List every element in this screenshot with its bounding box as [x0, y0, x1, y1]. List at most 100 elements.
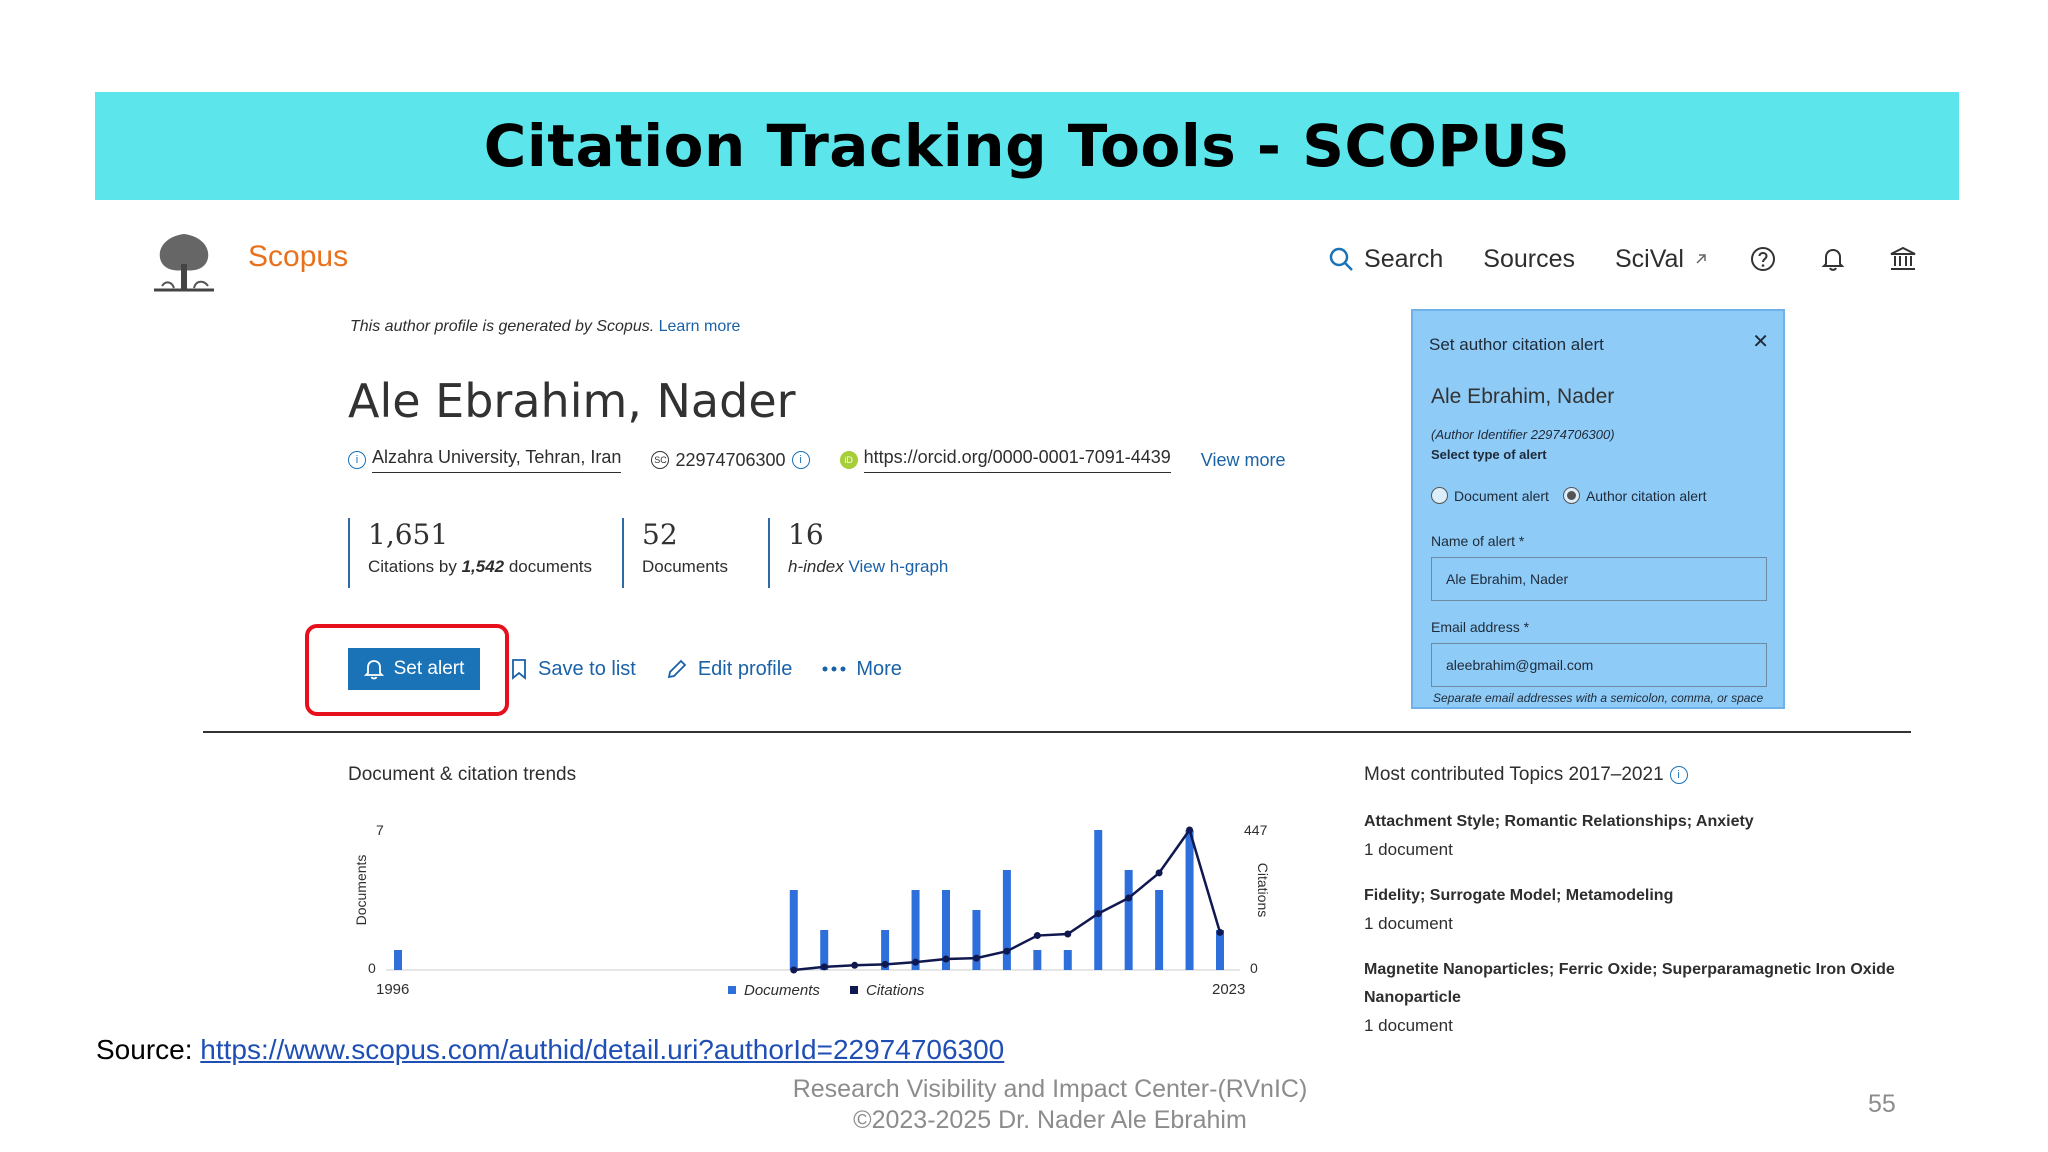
topic-count: 1 document: [1364, 914, 1453, 933]
topic-count: 1 document: [1364, 840, 1453, 859]
source-label: Source:: [96, 1034, 193, 1065]
citations-point[interactable]: [1064, 930, 1072, 938]
slide-title: Citation Tracking Tools - SCOPUS: [483, 112, 1571, 180]
citations-count: 1,651: [368, 518, 449, 551]
info-icon: i: [348, 451, 366, 469]
y2-tick-max: 447: [1244, 822, 1268, 838]
institution-icon[interactable]: [1888, 244, 1918, 274]
alert-type-radios: Document alert Author citation alert: [1431, 487, 1707, 504]
topic-item[interactable]: Magnetite Nanoparticles; Ferric Oxide; S…: [1364, 956, 1924, 1036]
slide-footer: Research Visibility and Impact Center-(R…: [760, 1074, 1340, 1136]
scopus-id-icon: SC: [651, 451, 670, 469]
radio-circle-selected[interactable]: [1562, 487, 1580, 504]
nav-search[interactable]: Search: [1328, 245, 1443, 274]
panel-type-label: Select type of alert: [1431, 447, 1547, 462]
alert-name-label: Name of alert *: [1431, 533, 1525, 549]
metric-hindex: 16 h-index View h-graph: [768, 518, 968, 588]
documents-bar[interactable]: [394, 950, 402, 970]
nav-scival[interactable]: SciVal: [1615, 245, 1708, 274]
citations-label-pre: Citations by: [368, 557, 457, 576]
topics-title-text: Most contributed Topics 2017–2021: [1364, 764, 1664, 785]
orcid[interactable]: iD https://orcid.org/0000-0001-7091-4439: [839, 447, 1171, 473]
affiliation-text: Alzahra University, Tehran, Iran: [372, 447, 622, 473]
documents-bar[interactable]: [1216, 930, 1224, 970]
y-tick-max: 7: [376, 822, 384, 838]
y2-tick-min: 0: [1250, 960, 1258, 976]
scopus-brand[interactable]: Scopus: [248, 240, 348, 274]
more-dots-icon: [822, 666, 846, 672]
citations-point[interactable]: [912, 958, 920, 966]
bookmark-icon: [512, 659, 526, 680]
email-hint: Separate email addresses with a semicolo…: [1433, 691, 1764, 705]
documents-count: 52: [642, 518, 678, 551]
set-alert-button[interactable]: Set alert: [348, 648, 480, 690]
author-metrics: 1,651 Citations by 1,542 documents 52 Do…: [348, 518, 968, 588]
info-icon[interactable]: i: [1669, 766, 1688, 784]
bell-icon: [363, 660, 384, 680]
nav-search-label: Search: [1364, 244, 1444, 273]
documents-bar[interactable]: [1124, 870, 1133, 970]
documents-bar[interactable]: [1155, 890, 1164, 970]
citations-point[interactable]: [1094, 910, 1102, 918]
profile-actions: Set alert Save to list Edit profile More: [348, 648, 902, 690]
citations-point[interactable]: [972, 954, 980, 962]
edit-profile-label: Edit profile: [697, 657, 793, 680]
topic-item[interactable]: Attachment Style; Romantic Relationships…: [1364, 808, 1924, 860]
documents-bar[interactable]: [1185, 830, 1194, 970]
topic-count: 1 document: [1364, 1016, 1453, 1035]
citations-point[interactable]: [1186, 826, 1194, 834]
learn-more-link[interactable]: Learn more: [659, 318, 741, 335]
hindex-count: 16: [788, 518, 824, 551]
documents-bar[interactable]: [1002, 870, 1011, 970]
panel-author: Ale Ebrahim, Nader: [1431, 385, 1615, 408]
source-link[interactable]: https://www.scopus.com/authid/detail.uri…: [200, 1034, 1004, 1065]
help-icon[interactable]: [1748, 244, 1778, 274]
save-to-list-label: Save to list: [538, 657, 636, 680]
close-icon[interactable]: ✕: [1752, 329, 1769, 354]
documents-bar[interactable]: [1094, 830, 1103, 970]
topic-item[interactable]: Fidelity; Surrogate Model; Metamodeling …: [1364, 882, 1924, 934]
more-button[interactable]: More: [822, 658, 902, 681]
x-tick-start: 1996: [376, 981, 409, 998]
citations-point[interactable]: [942, 955, 950, 963]
citations-point[interactable]: [1155, 869, 1163, 877]
email-label: Email address *: [1431, 619, 1530, 635]
chart-title: Document & citation trends: [348, 764, 577, 785]
radio-document-label: Document alert: [1454, 487, 1549, 504]
citations-point[interactable]: [790, 966, 798, 974]
bell-icon[interactable]: [1818, 244, 1848, 274]
edit-profile-button[interactable]: Edit profile: [666, 657, 793, 681]
citations-point[interactable]: [1216, 928, 1224, 936]
citations-point[interactable]: [1125, 894, 1133, 902]
view-more-link[interactable]: View more: [1201, 450, 1286, 471]
citations-point[interactable]: [881, 960, 889, 968]
alert-name-input[interactable]: [1431, 557, 1767, 601]
source-line: Source: https://www.scopus.com/authid/de…: [96, 1034, 1004, 1066]
save-to-list-button[interactable]: Save to list: [510, 658, 636, 681]
radio-document-alert[interactable]: Document alert: [1431, 487, 1549, 504]
set-alert-label: Set alert: [393, 658, 465, 679]
author-name: Ale Ebrahim, Nader: [348, 374, 796, 428]
citations-point[interactable]: [820, 963, 828, 971]
slide-title-band: Citation Tracking Tools - SCOPUS: [95, 92, 1959, 200]
documents-bar[interactable]: [789, 890, 798, 970]
topics-panel: Most contributed Topics 2017–2021 i Atta…: [1364, 764, 1924, 1036]
citations-point[interactable]: [1003, 947, 1011, 955]
metric-documents[interactable]: 52 Documents: [622, 518, 768, 588]
elsevier-logo-icon[interactable]: [148, 228, 220, 294]
citations-point[interactable]: [1033, 932, 1041, 940]
radio-author-alert[interactable]: Author citation alert: [1562, 487, 1707, 504]
view-hgraph-link[interactable]: View h-graph: [849, 557, 949, 576]
citations-point[interactable]: [851, 961, 859, 969]
info-icon[interactable]: i: [791, 451, 810, 469]
radio-circle[interactable]: [1431, 487, 1448, 504]
panel-identifier: (Author Identifier 22974706300): [1431, 427, 1615, 442]
nav-sources[interactable]: Sources: [1483, 245, 1575, 274]
documents-bar[interactable]: [1063, 950, 1072, 970]
profile-note: This author profile is generated by Scop…: [350, 318, 740, 336]
affiliation[interactable]: i Alzahra University, Tehran, Iran: [348, 447, 622, 473]
documents-bar[interactable]: [1033, 950, 1042, 970]
documents-bar[interactable]: [911, 890, 920, 970]
scopus-id-text: 22974706300: [675, 449, 786, 470]
email-input[interactable]: [1431, 643, 1767, 687]
